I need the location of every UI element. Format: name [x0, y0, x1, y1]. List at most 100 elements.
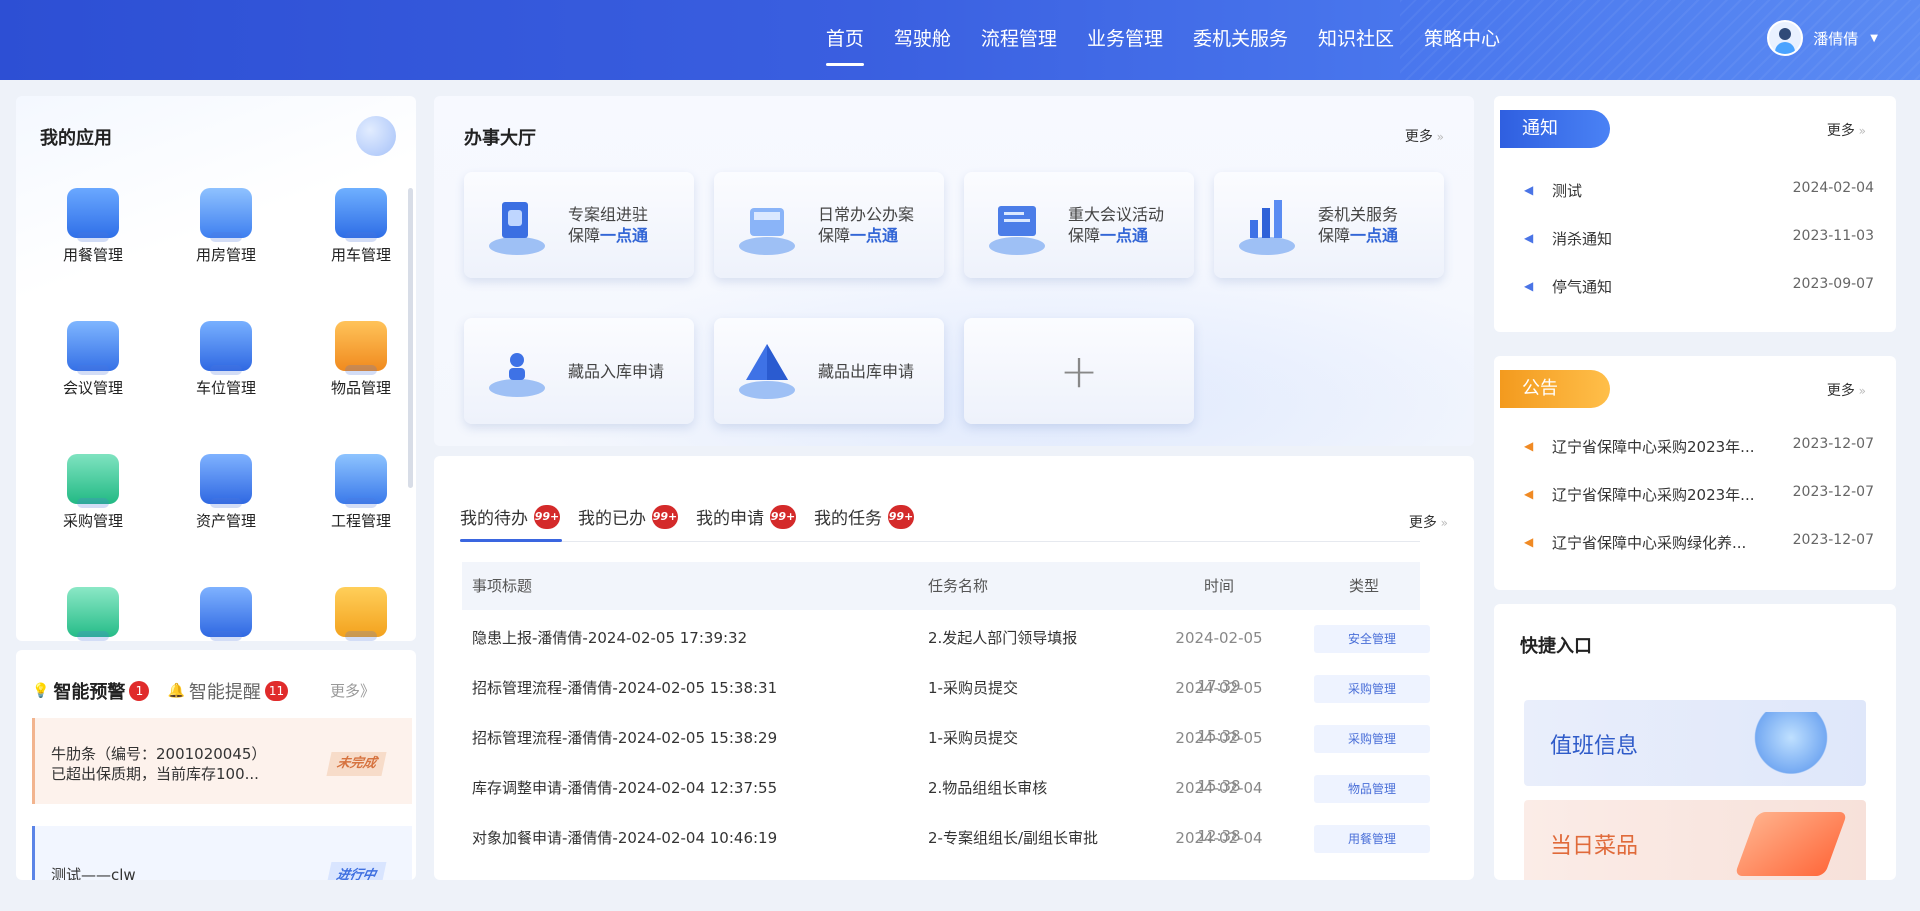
- tab-my-application[interactable]: 我的申请 99+: [696, 504, 796, 529]
- tab-my-todo[interactable]: 我的待办 99+: [460, 504, 560, 529]
- bulletin-item[interactable]: ◀ 辽宁省保障中心采购2023年... 2023-12-07: [1524, 484, 1874, 506]
- app-label: 物品管理: [330, 379, 391, 397]
- notice-item[interactable]: ◀ 测试 2024-02-04: [1524, 180, 1874, 202]
- app-housing[interactable]: 用房管理: [171, 188, 281, 265]
- service-highlight: 一点通: [1350, 226, 1399, 245]
- todo-more[interactable]: 更多: [1409, 512, 1448, 532]
- bulletin-item-date: 2023-12-07: [1792, 436, 1874, 452]
- main-nav: 首页 驾驶舱 流程管理 业务管理 委机关服务 知识社区 策略中心: [796, 0, 1500, 80]
- type-tag: 安全管理: [1314, 625, 1430, 653]
- service-line2: 保障: [1068, 226, 1101, 245]
- service-card-major-meeting[interactable]: 重大会议活动 保障一点通: [964, 172, 1194, 278]
- add-service-button[interactable]: +: [964, 318, 1194, 424]
- service-card-collection-in[interactable]: 藏品入库申请: [464, 318, 694, 424]
- notice-item-title: 消杀通知: [1552, 230, 1613, 248]
- service-line2: 保障: [1318, 226, 1351, 245]
- app-parking[interactable]: 车位管理: [171, 321, 281, 398]
- row-task: 2.物品组组长审核: [928, 779, 1048, 797]
- table-row[interactable]: 对象加餐申请-潘倩倩-2024-02-04 10:46:19 2-专案组组长/副…: [462, 814, 1430, 880]
- notice-item-date: 2023-09-07: [1792, 276, 1874, 292]
- meeting-icon: [67, 321, 119, 375]
- app-engineering[interactable]: 工程管理: [306, 454, 416, 531]
- row-time: 2024-02-04 10:46: [1175, 829, 1263, 880]
- service-card-daily-office[interactable]: 日常办公办案 保障一点通: [714, 172, 944, 278]
- col-task: 任务名称: [928, 577, 989, 595]
- service-line1: 藏品出库申请: [818, 361, 915, 381]
- count-badge: 99+: [770, 504, 796, 529]
- row-task: 1-采购员提交: [928, 729, 1018, 747]
- service-hall-more[interactable]: 更多: [1405, 126, 1444, 146]
- bulletin-panel: 公告 更多 ◀ 辽宁省保障中心采购2023年... 2023-12-07 ◀ 辽…: [1494, 356, 1896, 590]
- nav-process[interactable]: 流程管理: [981, 0, 1057, 80]
- alerts-panel: 💡 智能预警 1 🔔 智能提醒 11 更多》 牛肋条（编号：2001020045…: [16, 650, 416, 880]
- nav-home[interactable]: 首页: [825, 0, 864, 80]
- alerts-more-link[interactable]: 更多》: [330, 680, 375, 701]
- app-document[interactable]: [171, 587, 281, 641]
- quick-label: 值班信息: [1550, 734, 1639, 759]
- service-card-collection-out[interactable]: 藏品出库申请: [714, 318, 944, 424]
- user-menu[interactable]: 潘倩倩 ▼: [1767, 20, 1878, 56]
- app-label: 用餐管理: [62, 246, 123, 264]
- quick-entry-panel: 快捷入口 值班信息 当日菜品: [1494, 604, 1896, 880]
- tab-label: 我的申请: [696, 509, 764, 529]
- notice-more[interactable]: 更多: [1827, 120, 1866, 140]
- top-header: 首页 驾驶舱 流程管理 业务管理 委机关服务 知识社区 策略中心 潘倩倩 ▼: [0, 0, 1920, 80]
- row-title: 招标管理流程-潘倩倩-2024-02-05 15:38:31: [472, 679, 778, 697]
- nav-business[interactable]: 业务管理: [1087, 0, 1163, 80]
- table-row[interactable]: 招标管理流程-潘倩倩-2024-02-05 15:38:29 1-采购员提交 2…: [462, 714, 1430, 795]
- app-label: 会议管理: [62, 379, 123, 397]
- quick-duty-info[interactable]: 值班信息: [1524, 700, 1866, 786]
- notice-item-title: 测试: [1552, 182, 1583, 200]
- app-label: 用车管理: [330, 246, 391, 264]
- nav-knowledge[interactable]: 知识社区: [1318, 0, 1394, 80]
- alert-item[interactable]: 测试——clw 进行中: [32, 826, 412, 880]
- tab-label: 我的已办: [578, 509, 646, 529]
- nav-strategy[interactable]: 策略中心: [1424, 0, 1500, 80]
- notice-item[interactable]: ◀ 停气通知 2023-09-07: [1524, 276, 1874, 298]
- service-card-special-team[interactable]: 专案组进驻 保障一点通: [464, 172, 694, 278]
- quick-label: 当日菜品: [1550, 834, 1639, 859]
- bulb-icon: 💡: [32, 683, 50, 699]
- bulletin-item[interactable]: ◀ 辽宁省保障中心采购2023年... 2023-12-07: [1524, 436, 1874, 458]
- bank-icon: [200, 454, 252, 508]
- table-row[interactable]: 招标管理流程-潘倩倩-2024-02-05 15:38:31 1-采购员提交 2…: [462, 664, 1430, 745]
- bulletin-more[interactable]: 更多: [1827, 380, 1866, 400]
- purchase-icon: [67, 454, 119, 508]
- quick-daily-menu[interactable]: 当日菜品: [1524, 800, 1866, 880]
- row-task: 2.发起人部门领导填报: [928, 629, 1078, 647]
- tab-my-done[interactable]: 我的已办 99+: [578, 504, 678, 529]
- app-dining[interactable]: 用餐管理: [38, 188, 148, 265]
- service-line1: 委机关服务: [1318, 205, 1399, 224]
- my-apps-title: 我的应用: [40, 128, 112, 149]
- pyramid-icon: [732, 336, 802, 406]
- app-vehicle[interactable]: 用车管理: [306, 188, 416, 265]
- sphere-decoration-icon: [356, 116, 396, 156]
- bulletin-item-date: 2023-12-07: [1792, 484, 1874, 500]
- shield-doc-icon: [482, 190, 552, 260]
- service-card-agency-service[interactable]: 委机关服务保障一点通: [1214, 172, 1444, 278]
- notice-title: 通知: [1500, 110, 1610, 148]
- count-badge: 1: [129, 681, 150, 701]
- app-settings-doc[interactable]: [306, 587, 416, 641]
- parking-icon: [200, 321, 252, 375]
- app-asset[interactable]: 资产管理: [171, 454, 281, 531]
- status-badge: 进行中: [326, 862, 387, 880]
- app-purchase[interactable]: 采购管理: [38, 454, 148, 531]
- notice-item[interactable]: ◀ 消杀通知 2023-11-03: [1524, 228, 1874, 250]
- table-header: 事项标题 任务名称 时间 类型: [462, 562, 1420, 610]
- nav-agency-service[interactable]: 委机关服务: [1193, 0, 1288, 80]
- app-goods[interactable]: 物品管理: [306, 321, 416, 398]
- table-row[interactable]: 库存调整申请-潘倩倩-2024-02-04 12:37:55 2.物品组组长审核…: [462, 764, 1430, 845]
- table-row[interactable]: 隐患上报-潘倩倩-2024-02-05 17:39:32 2.发起人部门领导填报…: [462, 614, 1430, 695]
- app-meeting[interactable]: 会议管理: [38, 321, 148, 398]
- monitor-shield-icon: [67, 587, 119, 641]
- count-badge: 11: [264, 681, 289, 701]
- app-security[interactable]: [38, 587, 148, 641]
- bulletin-item[interactable]: ◀ 辽宁省保障中心采购绿化养... 2023-12-07: [1524, 532, 1874, 554]
- notice-panel: 通知 更多 ◀ 测试 2024-02-04 ◀ 消杀通知 2023-11-03 …: [1494, 96, 1896, 332]
- tab-my-task[interactable]: 我的任务 99+: [814, 504, 914, 529]
- tab-smart-warning[interactable]: 💡 智能预警 1: [32, 678, 150, 704]
- alert-item[interactable]: 牛肋条（编号：2001020045） 已超出保质期，当前库存100... 未完成: [32, 718, 412, 804]
- tab-smart-reminder[interactable]: 🔔 智能提醒 11: [167, 678, 289, 704]
- nav-cockpit[interactable]: 驾驶舱: [894, 0, 951, 80]
